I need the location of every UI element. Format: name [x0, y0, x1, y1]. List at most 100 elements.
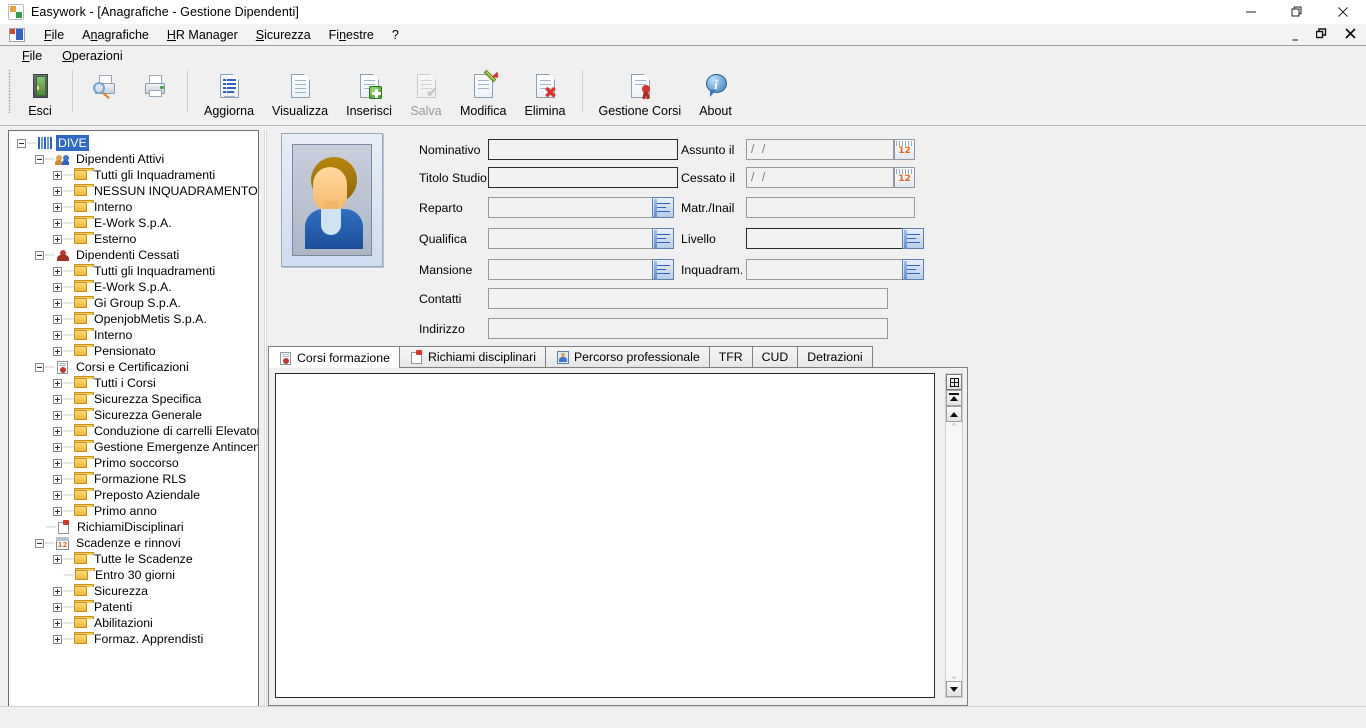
input-titolo-studio[interactable]	[488, 167, 678, 188]
tree-node-e-work-s-p-a[interactable]: E-Work S.p.A.	[13, 279, 258, 295]
menu-item-hr-manager[interactable]: HR Manager	[158, 26, 247, 44]
grid-select-all-icon[interactable]	[946, 374, 962, 390]
expand-plus-icon[interactable]	[53, 426, 62, 436]
restore-button[interactable]	[1274, 0, 1320, 24]
tree-node-patenti[interactable]: Patenti	[13, 599, 258, 615]
menu-item-finestre[interactable]: Finestre	[320, 26, 383, 44]
collapse-minus-icon[interactable]	[35, 362, 44, 372]
expand-plus-icon[interactable]	[53, 202, 62, 212]
mdi-minimize-button[interactable]: _	[1289, 29, 1303, 40]
menu-item-help[interactable]: ?	[383, 26, 408, 44]
input-contatti[interactable]	[488, 288, 888, 309]
tree-node-tutti-i-corsi[interactable]: Tutti i Corsi	[13, 375, 258, 391]
toolbar-button-print-preview[interactable]	[83, 66, 127, 120]
employee-photo[interactable]	[281, 133, 383, 267]
tree-node-dipendenti-attivi[interactable]: Dipendenti Attivi	[13, 151, 258, 167]
tree-node-tutti-gli-inquadramenti[interactable]: Tutti gli Inquadramenti	[13, 263, 258, 279]
tree-node-entro-30-giorni[interactable]: Entro 30 giorni	[13, 567, 258, 583]
tab-cud[interactable]: CUD	[751, 346, 799, 367]
tree-node-esterno[interactable]: Esterno	[13, 231, 258, 247]
menu-item-file[interactable]: File	[35, 26, 73, 44]
calendar-icon-assunto-il[interactable]: 12	[894, 139, 915, 160]
toolbar-button-elimina[interactable]: ✖ Elimina	[519, 66, 572, 120]
input-inquadram[interactable]	[746, 259, 904, 280]
expand-plus-icon[interactable]	[53, 458, 62, 468]
expand-plus-icon[interactable]	[53, 170, 62, 180]
tab-richiami-disciplinari[interactable]: Richiami disciplinari	[398, 346, 546, 367]
tree-node-gestione-emergenze-antincendio[interactable]: Gestione Emergenze Antincendio	[13, 439, 258, 455]
tree-node-pensionato[interactable]: Pensionato	[13, 343, 258, 359]
mdi-restore-button[interactable]	[1312, 28, 1331, 41]
page-down-chevron-icon[interactable]: ⌄	[949, 670, 958, 681]
expand-plus-icon[interactable]	[53, 602, 62, 612]
toolbar-button-aggiorna[interactable]: Aggiorna	[198, 66, 260, 120]
tree-node-sicurezza-generale[interactable]: Sicurezza Generale	[13, 407, 258, 423]
lookup-icon-reparto[interactable]	[652, 197, 674, 218]
expand-plus-icon[interactable]	[53, 634, 62, 644]
tree-node-tutte-le-scadenze[interactable]: Tutte le Scadenze	[13, 551, 258, 567]
expand-plus-icon[interactable]	[53, 394, 62, 404]
child-menu-item-operazioni[interactable]: Operazioni	[52, 47, 132, 65]
calendar-icon-cessato-il[interactable]: 12	[894, 167, 915, 188]
toolbar-button-salva[interactable]: ✔ Salva	[404, 66, 448, 120]
expand-plus-icon[interactable]	[53, 234, 62, 244]
tree-node-interno[interactable]: Interno	[13, 199, 258, 215]
lookup-icon-livello[interactable]	[902, 228, 924, 249]
toolbar-button-esci[interactable]: Esci	[18, 66, 62, 120]
tree-node-sicurezza-specifica[interactable]: Sicurezza Specifica	[13, 391, 258, 407]
expand-plus-icon[interactable]	[53, 346, 62, 356]
input-matr-inail[interactable]	[746, 197, 915, 218]
tree-node-abilitazioni[interactable]: Abilitazioni	[13, 615, 258, 631]
tree-node-formazione-rls[interactable]: Formazione RLS	[13, 471, 258, 487]
input-mansione[interactable]	[488, 259, 654, 280]
tree-node-nessun-inquadramento[interactable]: NESSUN INQUADRAMENTO	[13, 183, 258, 199]
toolbar-grip[interactable]	[8, 69, 11, 113]
lookup-icon-mansione[interactable]	[652, 259, 674, 280]
tree-node-openjobmetis-s-p-a[interactable]: OpenjobMetis S.p.A.	[13, 311, 258, 327]
tree-node-dive[interactable]: DIVE	[13, 135, 258, 151]
close-button[interactable]	[1320, 0, 1366, 24]
input-cessato-il[interactable]: / /	[746, 167, 894, 188]
menu-item-sicurezza[interactable]: Sicurezza	[247, 26, 320, 44]
tree-node-primo-anno[interactable]: Primo anno	[13, 503, 258, 519]
expand-plus-icon[interactable]	[53, 586, 62, 596]
scrollbar-track[interactable]	[946, 433, 962, 670]
tree-node-scadenze-e-rinnovi[interactable]: 12 Scadenze e rinnovi	[13, 535, 258, 551]
input-assunto-il[interactable]: / /	[746, 139, 894, 160]
navigation-tree[interactable]: DIVE Dipendenti Attivi Tutti gli Inquadram…	[8, 130, 259, 707]
lookup-icon-qualifica[interactable]	[652, 228, 674, 249]
input-nominativo[interactable]	[488, 139, 678, 160]
minimize-button[interactable]	[1228, 0, 1274, 24]
tree-node-conduzione-di-carrelli-elevatori[interactable]: Conduzione di carrelli Elevatori	[13, 423, 258, 439]
child-menu-item-file[interactable]: File	[12, 47, 52, 65]
collapse-minus-icon[interactable]	[17, 138, 26, 148]
toolbar-button-modifica[interactable]: Modifica	[454, 66, 513, 120]
toolbar-button-print[interactable]	[133, 66, 177, 120]
expand-plus-icon[interactable]	[53, 314, 62, 324]
expand-plus-icon[interactable]	[53, 378, 62, 388]
expand-plus-icon[interactable]	[53, 506, 62, 516]
scroll-up-icon[interactable]	[946, 406, 962, 422]
tree-node-formaz-apprendisti[interactable]: Formaz. Apprendisti	[13, 631, 258, 647]
page-up-chevron-icon[interactable]: ⌃	[949, 422, 958, 433]
tree-node-primo-soccorso[interactable]: Primo soccorso	[13, 455, 258, 471]
expand-plus-icon[interactable]	[53, 442, 62, 452]
tab-corsi-formazione[interactable]: Corsi formazione	[268, 346, 400, 368]
input-indirizzo[interactable]	[488, 318, 888, 339]
toolbar-button-visualizza[interactable]: Visualizza	[266, 66, 334, 120]
expand-plus-icon[interactable]	[53, 266, 62, 276]
tab-percorso-professionale[interactable]: Percorso professionale	[544, 346, 710, 367]
toolbar-button-gestione-corsi[interactable]: Gestione Corsi	[593, 66, 688, 120]
scroll-down-icon[interactable]	[946, 681, 962, 697]
expand-plus-icon[interactable]	[53, 282, 62, 292]
expand-plus-icon[interactable]	[53, 218, 62, 228]
tree-node-dipendenti-cessati[interactable]: Dipendenti Cessati	[13, 247, 258, 263]
mdi-window-icon[interactable]	[9, 27, 25, 42]
expand-plus-icon[interactable]	[53, 618, 62, 628]
expand-plus-icon[interactable]	[53, 554, 62, 564]
tree-node-gi-group-s-p-a[interactable]: Gi Group S.p.A.	[13, 295, 258, 311]
tab-detrazioni[interactable]: Detrazioni	[797, 346, 873, 367]
mdi-close-button[interactable]	[1341, 28, 1360, 41]
input-reparto[interactable]	[488, 197, 654, 218]
scroll-to-top-icon[interactable]	[946, 390, 962, 406]
